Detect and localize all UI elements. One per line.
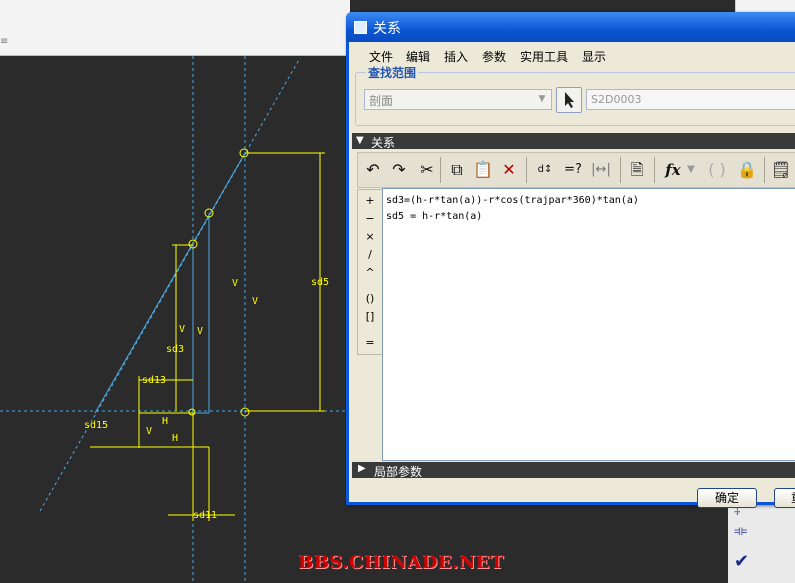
value-toggle-icon[interactable]: d↕ <box>532 158 558 182</box>
relation-line[interactable]: sd5 = h-r*tan(a) <box>386 211 482 222</box>
collapse-triangle-icon[interactable]: ▼ <box>356 135 364 146</box>
relations-section-label: 关系 <box>371 136 396 150</box>
units-icon[interactable]: |↔| <box>588 158 614 182</box>
find-range-group: 查找范围 剖面 ▼ S2D0003 <box>355 64 795 126</box>
relations-toolbar: ↶ ↷ ✂ ⧉ 📋 ✕ d↕ =? |↔| 🗎 fx ▼ ( ) 🔒 🗒 <box>357 152 795 188</box>
cut-icon[interactable]: ✂ <box>414 158 440 182</box>
constraint-h: H <box>172 433 178 444</box>
operator-divide[interactable]: / <box>358 248 382 261</box>
dim-sd5[interactable]: sd5 <box>311 277 329 288</box>
dim-sd13[interactable]: sd13 <box>142 375 166 386</box>
find-range-label: 查找范围 <box>366 64 419 81</box>
menu-file[interactable]: 文件 <box>369 48 393 65</box>
copy-icon[interactable]: ⧉ <box>444 158 470 182</box>
chevron-down-icon[interactable]: ▼ <box>535 92 549 106</box>
background-window-strip: ≡ <box>0 0 350 56</box>
cursor-arrow-icon <box>565 92 574 108</box>
parentheses-icon[interactable]: ( ) <box>704 158 730 182</box>
dialog-titlebar[interactable]: 关系 <box>346 12 795 42</box>
operator-power[interactable]: ^ <box>358 266 382 279</box>
delete-icon[interactable]: ✕ <box>496 158 522 182</box>
right-tool-panel: ⸸ ⟚ ✔ <box>728 503 795 583</box>
menu-parameters[interactable]: 参数 <box>482 48 506 65</box>
undo-icon[interactable]: ↶ <box>360 158 386 182</box>
look-in-type-select[interactable]: 剖面 ▼ <box>364 89 552 110</box>
ok-button[interactable]: 确定 <box>697 488 757 508</box>
toolbar-separator <box>620 157 621 183</box>
dim-sd15[interactable]: sd15 <box>84 420 108 431</box>
menu-utilities[interactable]: 实用工具 <box>520 48 568 65</box>
chevron-down-icon[interactable]: ▼ <box>684 158 698 182</box>
local-params-label: 局部参数 <box>374 465 423 479</box>
relation-line[interactable]: sd3=(h-r*tan(a))-r*cos(trajpar*360)*tan(… <box>386 195 639 206</box>
dim-sd3[interactable]: sd3 <box>166 344 184 355</box>
toolbar-separator <box>440 157 441 183</box>
constraint-v: V <box>197 326 203 337</box>
constraint-v: V <box>179 324 185 335</box>
constraint-v: V <box>252 296 258 307</box>
operator-equals[interactable]: = <box>358 336 382 349</box>
background-window-corner <box>735 0 795 12</box>
watermark: BBS.CHINADE.NET <box>298 552 504 573</box>
operator-minus[interactable]: − <box>358 212 382 225</box>
paste-icon[interactable]: 📋 <box>470 158 496 182</box>
local-params-header[interactable]: ▶ 局部参数 <box>352 462 795 479</box>
sort-relations-icon[interactable]: 🗎 <box>624 158 650 182</box>
reset-button[interactable]: 重 <box>774 488 795 508</box>
menu-edit[interactable]: 编辑 <box>406 48 430 65</box>
dialog-body: 文件 编辑 插入 参数 实用工具 显示 查找范围 剖面 ▼ S2D0003 ▼ … <box>349 42 795 508</box>
operator-palette: + − × / ^ () [] = <box>357 189 383 355</box>
select-object-button[interactable] <box>556 87 582 113</box>
operator-parentheses[interactable]: () <box>358 292 382 305</box>
constraint-v: V <box>146 426 152 437</box>
toolbar-separator <box>526 157 527 183</box>
relations-section-header[interactable]: ▼ 关系 <box>352 133 795 150</box>
object-name-field[interactable]: S2D0003 <box>586 89 795 110</box>
look-in-type-value: 剖面 <box>369 94 394 108</box>
menu-display[interactable]: 显示 <box>582 48 606 65</box>
confirm-check-icon[interactable]: ✔ <box>734 551 749 572</box>
toolbar-separator <box>764 157 765 183</box>
constraint-h: H <box>162 416 168 427</box>
operator-brackets[interactable]: [] <box>358 310 382 323</box>
dialog-title: 关系 <box>373 21 401 37</box>
relations-dialog: 关系 文件 编辑 插入 参数 实用工具 显示 查找范围 剖面 ▼ S2D0003… <box>346 12 795 508</box>
expand-triangle-icon[interactable]: ▶ <box>358 463 366 474</box>
dim-sd11[interactable]: sd11 <box>193 510 217 521</box>
scroll-mark: ≡ <box>0 36 9 47</box>
object-name-value: S2D0003 <box>591 93 642 106</box>
redo-icon[interactable]: ↷ <box>386 158 412 182</box>
lock-param-icon[interactable]: 🔒 <box>734 158 760 182</box>
mirror-icon[interactable]: ⟚ <box>734 523 747 539</box>
function-icon[interactable]: fx <box>660 158 686 182</box>
verify-icon[interactable]: 🗒 <box>768 158 794 182</box>
operator-multiply[interactable]: × <box>358 230 382 243</box>
toolbar-separator <box>654 157 655 183</box>
relations-editor[interactable]: sd3=(h-r*tan(a))-r*cos(trajpar*360)*tan(… <box>382 188 795 461</box>
menu-insert[interactable]: 插入 <box>444 48 468 65</box>
constraint-v: V <box>232 278 238 289</box>
operator-plus[interactable]: + <box>358 194 382 207</box>
window-icon <box>354 21 367 34</box>
evaluate-icon[interactable]: =? <box>560 158 586 182</box>
